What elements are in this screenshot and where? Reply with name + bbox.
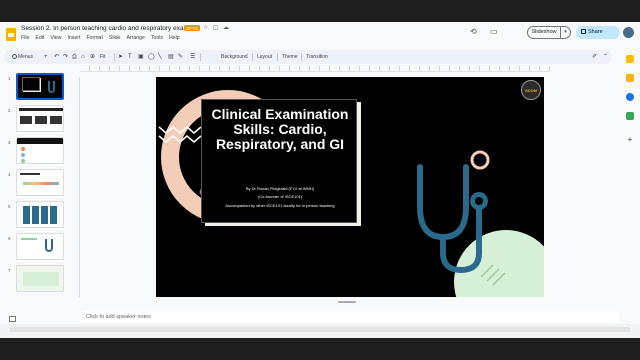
scom-logo: SCOM [521,80,541,100]
history-icon[interactable]: ⟲ [470,27,477,36]
stethoscope-icon [417,164,488,274]
menu-edit[interactable]: Edit [35,35,44,41]
theme-button[interactable]: Theme [282,52,298,62]
slide-number: 2 [8,108,11,113]
keep-icon[interactable] [626,55,634,63]
ruler-horizontal[interactable] [80,66,550,72]
menu-help[interactable]: Help [169,35,180,41]
slide-thumbnail-5[interactable] [16,201,64,228]
toolbar-divider [200,53,201,61]
side-panel: + [620,50,640,338]
list-icon[interactable]: ☰ [190,52,195,62]
print-icon[interactable]: ⎙ [72,52,77,62]
shape-icon[interactable]: ◯ [148,52,155,62]
slide-number: 3 [8,140,11,145]
star-icon[interactable]: ☆ [203,24,208,31]
zoom-select[interactable]: Fit [100,52,106,62]
slide-number: 7 [8,268,11,273]
slide-thumbnail-6[interactable] [16,233,64,260]
toolbar-divider [277,53,278,61]
paint-format-icon[interactable]: ⌂ [81,52,85,62]
cursor-icon[interactable]: ➤ [118,52,123,62]
letterbox-bottom [0,338,640,360]
document-title[interactable]: Session 2. In person teaching cardio and… [21,25,192,32]
camera-icon[interactable]: ▭ [490,27,498,36]
redo-icon[interactable]: ↷ [63,52,68,62]
toolbar: Menus + ↶ ↷ ⎙ ⌂ ⊕ Fit ➤ T ▣ ◯ ╲ ▤ ✎ ☰ Ba… [4,50,612,64]
mint-circle-shape [454,230,544,297]
screen-frame: Session 2. In person teaching cardio and… [0,0,640,360]
textbox-icon[interactable]: T [128,52,132,62]
menu-insert[interactable]: Insert [67,35,80,41]
add-icon[interactable]: + [44,52,48,62]
menu-view[interactable]: View [50,35,61,41]
slide-thumbnail-2[interactable] [16,105,64,132]
menu-slide[interactable]: Slide [109,35,121,41]
slide-thumbnail-1[interactable] [16,73,64,100]
image-icon[interactable]: ▣ [138,52,144,62]
line-icon[interactable]: ╲ [158,52,162,62]
slide-thumbnail-4[interactable] [16,169,64,196]
transition-button[interactable]: Transition [306,52,328,62]
letterbox-top [0,0,640,22]
menu-file[interactable]: File [21,35,29,41]
slide-number: 6 [8,236,11,241]
menu-tools[interactable]: Tools [151,35,163,41]
slide-canvas[interactable]: Clinical Examination Skills: Cardio, Res… [156,77,544,297]
title-card[interactable]: Clinical Examination Skills: Cardio, Res… [201,99,357,223]
menu-arrange[interactable]: Arrange [126,35,144,41]
collapse-icon[interactable]: ⌃ [603,52,608,62]
layout-button[interactable]: Layout [257,52,272,62]
filmstrip: 1 2 3 4 5 6 7 [0,66,74,316]
document-badge: DFTG [184,25,201,31]
app-header: Session 2. In person teaching cardio and… [0,22,640,50]
maps-icon[interactable] [626,112,634,120]
pen-mode-icon[interactable]: ✐ [592,52,597,62]
slides-logo[interactable] [6,28,16,41]
slide-author-line[interactable]: By Dr Ronan Fitzgerald (FY2 at WMH) [202,186,358,192]
notes-resize-handle[interactable] [338,301,356,303]
slideshow-button[interactable]: Slideshow [527,26,561,39]
grid-view-icon[interactable] [9,316,16,322]
menu-bar: File Edit View Insert Format Slide Arran… [21,35,180,41]
tasks-icon[interactable] [626,74,634,82]
contacts-icon[interactable] [626,93,634,101]
background-button[interactable]: Background [221,52,248,62]
slideshow-dropdown-button[interactable]: ▾ [561,26,571,39]
menu-format[interactable]: Format [86,35,102,41]
slide-cofounder-line[interactable]: (Co-founder of ISCE101) [202,194,358,200]
slide-number: 1 [8,76,11,81]
slide-thumbnail-7[interactable] [16,265,64,292]
avatar[interactable] [623,27,634,38]
toolbar-divider [301,53,302,61]
lock-icon [581,29,586,34]
toolbar-divider [252,53,253,61]
move-icon[interactable]: ▢ [213,24,219,31]
comment-icon[interactable]: ▤ [168,52,174,62]
menus-search-button[interactable]: Menus [8,52,37,62]
toolbar-divider [114,53,115,61]
pen-icon[interactable]: ✎ [178,52,183,62]
slide-number: 5 [8,204,11,209]
undo-icon[interactable]: ↶ [54,52,59,62]
zoom-icon[interactable]: ⊕ [90,52,95,62]
speaker-notes-panel[interactable] [80,311,620,323]
slide-thumbnail-3[interactable] [16,137,64,164]
ruler-vertical[interactable] [76,77,80,297]
peach-small-ring [470,150,490,170]
slide-number: 4 [8,172,11,177]
slide-accompanied-line[interactable]: Accompanied by other ISCE101 faculty for… [202,203,358,209]
slide-title[interactable]: Clinical Examination Skills: Cardio, Res… [202,107,358,152]
slides-app: Session 2. In person teaching cardio and… [0,22,640,338]
horizontal-scrollbar[interactable] [10,327,630,332]
cloud-icon[interactable]: ☁ [223,24,229,31]
speaker-notes-placeholder[interactable]: Click to add speaker notes [86,314,151,320]
add-addon-icon[interactable]: + [626,136,634,144]
